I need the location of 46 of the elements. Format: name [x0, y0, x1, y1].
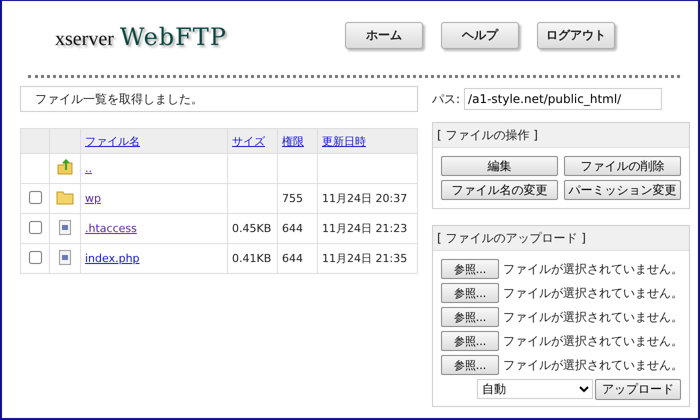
browse-button[interactable]: 参照...: [441, 307, 499, 327]
file-name-link[interactable]: .htaccess: [85, 222, 137, 235]
file-icon: [59, 250, 71, 264]
operation-button[interactable]: パーミッション変更: [564, 180, 681, 200]
size-cell: 0.45KB: [232, 222, 272, 235]
operation-button[interactable]: 編集: [441, 156, 558, 176]
no-file-text: ファイルが選択されていません。: [503, 332, 683, 350]
operation-button[interactable]: ファイル名の変更: [441, 180, 558, 200]
folder-up-icon: [56, 158, 74, 176]
modified-cell: 11月24日 20:37: [322, 192, 408, 205]
panel-title: [ ファイルの操作 ]: [433, 123, 689, 148]
logo-text: WebFTP: [120, 23, 227, 51]
browse-button[interactable]: 参照...: [441, 355, 499, 375]
path-label: パス:: [432, 90, 460, 108]
upload-button[interactable]: アップロード: [595, 379, 681, 400]
file-icon: [59, 220, 71, 234]
nav-button[interactable]: ホーム: [344, 22, 423, 49]
file-name-link[interactable]: wp: [85, 192, 101, 205]
row-checkbox[interactable]: [29, 250, 42, 264]
file-name-link[interactable]: index.php: [85, 252, 140, 265]
folder-icon: [56, 189, 74, 205]
status-message: ファイル一覧を取得しました。: [20, 86, 418, 112]
path-field[interactable]: /a1-style.net/public_html/: [464, 88, 662, 110]
modified-cell: 11月24日 21:23: [322, 222, 408, 235]
nav-button[interactable]: ログアウト: [536, 22, 615, 49]
modified-cell: 11月24日 21:35: [322, 252, 408, 265]
size-cell: 0.41KB: [232, 252, 272, 265]
browse-button[interactable]: 参照...: [441, 259, 499, 279]
nav-button[interactable]: ヘルプ: [440, 22, 519, 49]
no-file-text: ファイルが選択されていません。: [503, 356, 683, 374]
column-header-link[interactable]: ファイル名: [85, 134, 140, 148]
browse-button[interactable]: 参照...: [441, 283, 499, 303]
row-checkbox[interactable]: [29, 220, 42, 234]
row-checkbox[interactable]: [29, 190, 42, 204]
file-name-link[interactable]: ..: [85, 162, 92, 175]
permission-cell: 644: [282, 222, 303, 235]
no-file-text: ファイルが選択されていません。: [503, 260, 683, 278]
permission-cell: 644: [282, 252, 303, 265]
logo-prefix: xserver: [55, 28, 114, 51]
operation-button[interactable]: ファイルの削除: [564, 156, 681, 176]
permission-cell: 755: [282, 192, 303, 205]
mode-select[interactable]: 自動: [477, 379, 593, 399]
no-file-text: ファイルが選択されていません。: [503, 284, 683, 302]
panel-title: [ ファイルのアップロード ]: [433, 226, 689, 251]
no-file-text: ファイルが選択されていません。: [503, 308, 683, 326]
browse-button[interactable]: 参照...: [441, 331, 499, 351]
